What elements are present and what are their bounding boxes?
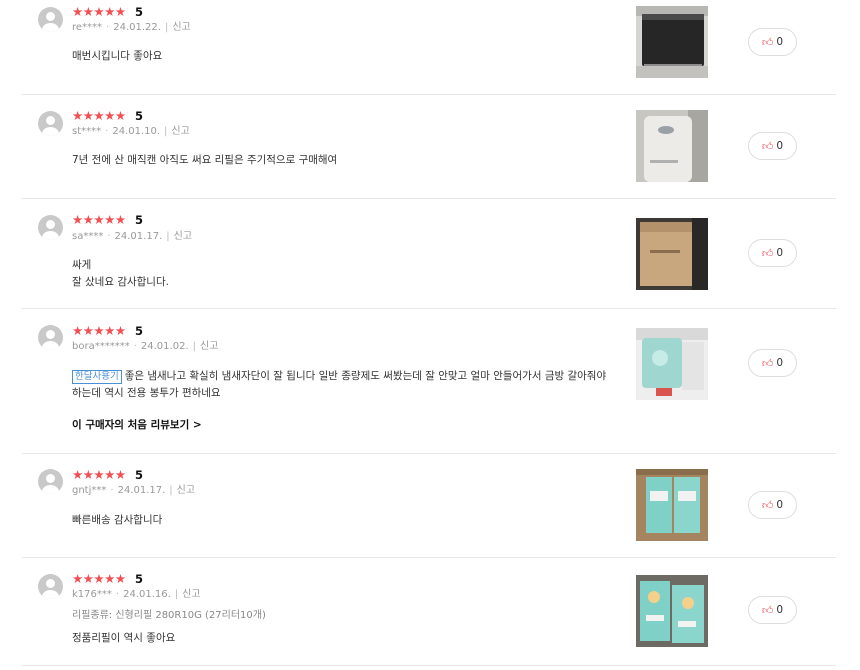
star-rating: ★★★★★ [72, 467, 126, 482]
user-avatar-icon [38, 215, 63, 240]
review-item: ★★★★★ 5 bora******* · 24.01.02. | 신고 한달사용기 좋은… [22, 309, 836, 454]
reviewer-name: sa**** [72, 231, 104, 242]
trash-can-black-photo [636, 6, 708, 78]
review-photo[interactable] [636, 218, 708, 290]
thumbs-up-icon: 👍︎ [761, 35, 774, 49]
delivery-box-photo [636, 218, 708, 290]
star-rating: ★★★★★ [72, 323, 126, 338]
review-item: ★★★★★ 5 gntj*** · 24.01.17. | 신고 빠른배송 감사합니다 … [22, 454, 836, 558]
user-avatar-icon [38, 469, 63, 494]
like-button[interactable]: 👍︎ 0 [748, 349, 797, 377]
review-item: ★★★★★ 5 k176*** · 24.01.16. | 신고 리필종류: 신형리필 … [22, 558, 836, 666]
like-button[interactable]: 👍︎ 0 [748, 239, 797, 267]
review-photo[interactable] [636, 6, 708, 78]
report-link[interactable]: 신고 [174, 231, 192, 242]
report-link[interactable]: 신고 [171, 126, 189, 137]
like-button[interactable]: 👍︎ 0 [748, 491, 797, 519]
refill-bag-photo [636, 328, 708, 400]
review-photo[interactable] [636, 110, 708, 182]
rating-score: 5 [135, 213, 144, 227]
like-count: 0 [776, 247, 784, 259]
refill-stack-photo [636, 575, 708, 647]
review-meta: st**** · 24.01.10. | 신고 [72, 126, 190, 137]
user-avatar-icon [38, 7, 63, 32]
reviewer-name: st**** [72, 126, 102, 137]
like-button[interactable]: 👍︎ 0 [748, 28, 797, 56]
review-meta: gntj*** · 24.01.17. | 신고 [72, 485, 196, 496]
star-rating: ★★★★★ [72, 4, 126, 19]
rating-score: 5 [135, 5, 144, 19]
thumbs-up-icon: 👍︎ [761, 246, 774, 260]
thumbs-up-icon: 👍︎ [761, 498, 774, 512]
like-count: 0 [776, 140, 784, 152]
first-review-link-label: 이 구매자의 처음 리뷰보기 [72, 419, 190, 431]
user-avatar-icon [38, 111, 63, 136]
review-meta: bora******* · 24.01.02. | 신고 [72, 341, 219, 352]
review-text: 싸게 잘 샀네요 감사합니다. [72, 259, 169, 288]
like-button[interactable]: 👍︎ 0 [748, 596, 797, 624]
review-date: 24.01.16. [123, 589, 171, 600]
report-link[interactable]: 신고 [177, 485, 195, 496]
reviewer-name: k176*** [72, 589, 112, 600]
review-text: 7년 전에 산 매직캔 아직도 써요 리필은 주기적으로 구매해여 [72, 154, 338, 166]
review-text: 빠른배송 감사합니다 [72, 514, 163, 526]
review-text: 좋은 냄새나고 확실히 냄새자단이 잘 됩니다 일반 종량제도 써봤는데 잘 안… [72, 370, 607, 399]
review-text-block: 한달사용기 좋은 냄새나고 확실히 냄새자단이 잘 됩니다 일반 종량제도 써봤는… [72, 368, 612, 402]
review-item: ★★★★★ 5 sa**** · 24.01.17. | 신고 싸게 잘 샀네요 감사합… [22, 199, 836, 309]
chevron-right-icon: > [189, 419, 202, 431]
trash-can-white-photo [636, 110, 708, 182]
user-avatar-icon [38, 574, 63, 599]
star-rating: ★★★★★ [72, 212, 126, 227]
review-meta: re**** · 24.01.22. | 신고 [72, 22, 191, 33]
review-meta: sa**** · 24.01.17. | 신고 [72, 231, 193, 242]
review-item: ★★★★★ 5 re**** · 24.01.22. | 신고 매번시킵니다 좋아요 👍… [22, 0, 836, 95]
thumbs-up-icon: 👍︎ [761, 356, 774, 370]
review-date: 24.01.22. [113, 22, 161, 33]
like-button[interactable]: 👍︎ 0 [748, 132, 797, 160]
review-date: 24.01.17. [114, 231, 163, 242]
review-date: 24.01.02. [140, 341, 189, 352]
rating-score: 5 [135, 324, 144, 338]
rating-score: 5 [135, 109, 144, 123]
like-count: 0 [776, 604, 784, 616]
like-count: 0 [776, 36, 784, 48]
like-count: 0 [776, 357, 784, 369]
like-count: 0 [776, 499, 784, 511]
star-rating: ★★★★★ [72, 571, 126, 586]
review-meta: k176*** · 24.01.16. | 신고 [72, 589, 201, 600]
review-item: ★★★★★ 5 st**** · 24.01.10. | 신고 7년 전에 산 매직캔 … [22, 95, 836, 199]
reviewer-name: gntj*** [72, 485, 107, 496]
thumbs-up-icon: 👍︎ [761, 603, 774, 617]
rating-score: 5 [135, 468, 144, 482]
review-date: 24.01.17. [117, 485, 166, 496]
reviewer-name: bora******* [72, 341, 130, 352]
rating-score: 5 [135, 572, 144, 586]
review-date: 24.01.10. [112, 126, 161, 137]
first-review-link[interactable]: 이 구매자의 처음 리뷰보기 > [72, 418, 202, 432]
product-option: 리필종류: 신형리필 280R10G (27리터10개) [72, 610, 266, 621]
star-rating: ★★★★★ [72, 108, 126, 123]
review-text: 정품리필이 역시 좋아요 [72, 632, 176, 644]
refill-packages-photo [636, 469, 708, 541]
report-link[interactable]: 신고 [200, 341, 218, 352]
report-link[interactable]: 신고 [172, 22, 190, 33]
review-text: 매번시킵니다 좋아요 [72, 50, 163, 62]
reviewer-name: re**** [72, 22, 103, 33]
user-avatar-icon [38, 325, 63, 350]
review-tag: 한달사용기 [72, 370, 122, 384]
review-photo[interactable] [636, 575, 708, 647]
report-link[interactable]: 신고 [182, 589, 200, 600]
review-photo[interactable] [636, 469, 708, 541]
review-photo[interactable] [636, 328, 708, 400]
thumbs-up-icon: 👍︎ [761, 139, 774, 153]
